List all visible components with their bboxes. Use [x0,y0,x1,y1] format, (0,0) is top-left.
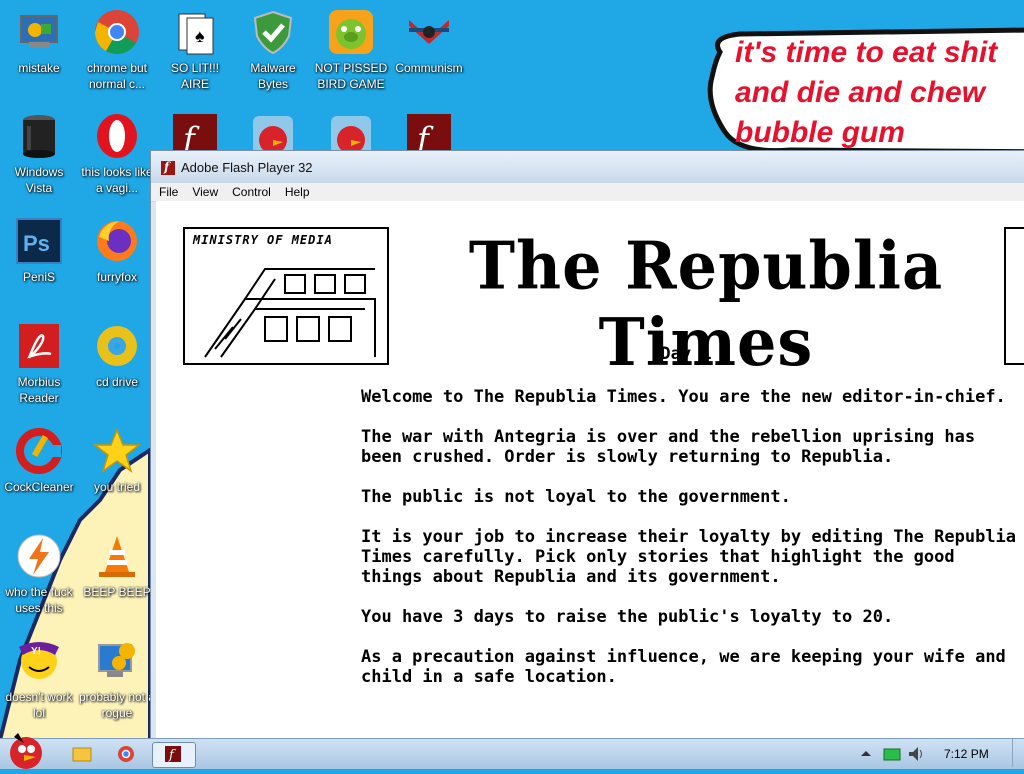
desktop-icon-label: doesn't work lol [5,690,73,720]
speech-bubble-text: it's time to eat shit and die and chew b… [735,36,998,149]
flash-icon: f [161,160,175,175]
window-title: Adobe Flash Player 32 [181,160,313,175]
angry-bird-start-icon [10,733,42,769]
window-titlebar[interactable]: f Adobe Flash Player 32 [151,151,1024,183]
chevron-up-icon [861,751,871,756]
menu-control[interactable]: Control [224,183,277,200]
trash-bin-icon [15,112,63,160]
taskbar-explorer[interactable] [62,742,102,766]
intro-paragraph: The public is not loyal to the governmen… [361,487,791,507]
chrome-icon [118,746,134,762]
start-button[interactable] [2,731,50,769]
desktop-icon-label: probably not a rogue [78,690,156,720]
desktop-icon-cockcleaner[interactable]: CockCleaner [0,427,78,495]
photoshop-icon: Ps [15,217,63,265]
green-pig-icon [327,8,375,56]
desktop-icon-label: BEEP BEEP [83,585,151,599]
svg-text:♠: ♠ [195,26,205,46]
show-desktop-button[interactable] [1012,739,1024,767]
network-icon [883,748,901,761]
desktop-icon-label: you tried [93,480,141,494]
lightning-icon [15,532,63,580]
desktop-icon-label: CockCleaner [4,480,74,494]
menu-view[interactable]: View [184,183,224,200]
desktop-icon-windows-vista[interactable]: Windows Vista [0,112,78,196]
desktop-icon-bird-game[interactable]: NOT PISSED BIRD GAME [312,8,390,92]
tray-volume[interactable] [904,742,928,766]
desktop-icon-probably-not-rogue[interactable]: probably not a rogue [78,637,156,721]
intro-paragraph: It is your job to increase their loyalty… [361,527,1017,587]
desktop-icon-mistake[interactable]: mistake [0,8,78,76]
desktop-icon-solitaire[interactable]: ♠ SO LIT!!! AIRE [156,8,234,92]
tray-network[interactable] [880,742,904,766]
desktop-icon-chrome[interactable]: chrome but normal c... [78,8,156,92]
day-indicator: Day 1 [660,344,712,364]
intro-text: Welcome to The Republia Times. You are t… [361,387,1021,707]
desktop-icon-label: NOT PISSED BIRD GAME [314,61,388,91]
intro-paragraph: The war with Antegria is over and the re… [361,427,976,467]
svg-text:Ps: Ps [23,231,50,256]
traffic-cone-icon [93,532,141,580]
desktop-icon-label: mistake [18,61,60,75]
ministry-of-media-panel: MINISTRY OF MEDIA [183,227,389,365]
desktop-icon-label: furryfox [96,270,137,284]
game-canvas[interactable]: MINISTRY OF MEDIA The Republia Times Day… [156,201,1024,741]
menu-file[interactable]: File [151,183,184,200]
intro-paragraph: You have 3 days to raise the public's lo… [361,607,894,627]
desktop-icon-label: Communism [395,61,463,75]
desktop-icon-you-tried[interactable]: you tried [78,427,156,495]
desktop-icon-photoshop[interactable]: Ps PeniS [0,217,78,285]
flash-icon: f [165,746,181,763]
desktop-icon-label: chrome but normal c... [86,61,148,91]
smiley-icon: Y! [15,637,63,685]
intro-paragraph: Welcome to The Republia Times. You are t… [361,387,1006,407]
speaker-icon [909,747,922,761]
desktop-icon-label: Malware Bytes [250,61,296,91]
flash-player-window[interactable]: f Adobe Flash Player 32 File View Contro… [150,150,1024,741]
desktop-icon-label: cd drive [95,375,139,389]
desktop-icon-malwarebytes[interactable]: Malware Bytes [234,8,312,92]
taskbar-chrome[interactable] [106,742,146,766]
monitor-icon [15,8,63,56]
svg-text:Y!: Y! [31,646,41,657]
menu-bar: File View Control Help [151,183,1024,202]
taskbar-clock[interactable]: 7:12 PM [944,747,989,761]
desktop-icon-label: Morbius Reader [17,375,61,405]
desktop-icon-communism[interactable]: Communism [390,8,468,76]
ccleaner-icon [15,427,63,475]
cd-icon [93,322,141,370]
desktop-icon-label: SO LIT!!! AIRE [170,61,219,91]
desktop-icon-cd-drive[interactable]: cd drive [78,322,156,390]
desktop-icon-label: who the fuck uses this [5,585,73,615]
ministry-building-illustration [204,268,376,358]
chrome-icon [93,8,141,56]
emblem-icon [405,8,453,56]
desktop-icon-beep-beep[interactable]: BEEP BEEP [78,532,156,600]
desktop-icon-doesnt-work[interactable]: Y! doesn't work lol [0,637,78,721]
desktop-icon-label: this looks like a vagi... [81,165,153,195]
ministry-panel-right [1004,227,1024,365]
taskbar: f 7:12 PM [0,733,1024,769]
playing-cards-icon: ♠ [171,8,219,56]
firefox-icon [93,217,141,265]
desktop-icon-firefox[interactable]: furryfox [78,217,156,285]
shield-icon [249,8,297,56]
desktop-icon-morbius-reader[interactable]: Morbius Reader [0,322,78,406]
taskbar-flash-player[interactable]: f [152,742,196,768]
menu-help[interactable]: Help [277,183,316,200]
intro-paragraph: As a precaution against influence, we ar… [361,647,1006,687]
settings-monitor-icon [93,637,141,685]
pdf-reader-icon [15,322,63,370]
show-hidden-icons[interactable] [856,742,876,766]
desktop-icon-label: Windows Vista [14,165,64,195]
folder-icon [72,747,92,762]
desktop-icon-who-uses-this[interactable]: who the fuck uses this [0,532,78,616]
desktop-icon-opera[interactable]: this looks like a vagi... [78,112,156,196]
opera-icon [93,112,141,160]
desktop-icon-label: PeniS [22,270,56,284]
star-icon [92,427,142,475]
